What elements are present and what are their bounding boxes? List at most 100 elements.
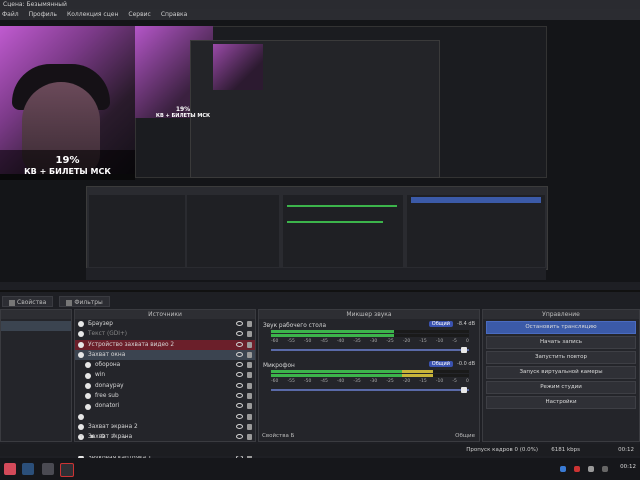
lock-icon[interactable] (247, 331, 252, 338)
scene-list-item[interactable] (1, 321, 71, 331)
sources-dock: Источники Браузер Текст (GDI+) Устройство … (74, 309, 256, 461)
lock-icon[interactable] (247, 434, 252, 441)
control-button[interactable]: Режим студии (486, 381, 636, 394)
visibility-icon[interactable] (236, 403, 243, 409)
tab-filters[interactable]: Фильтры (59, 296, 110, 307)
meter-tick-label: -35 (353, 339, 361, 344)
nested-controls-dock (407, 195, 545, 267)
control-button[interactable]: Начать запись (486, 336, 636, 349)
visibility-icon[interactable] (236, 434, 243, 440)
source-item[interactable]: Браузер (75, 319, 255, 329)
source-item[interactable]: win (75, 370, 255, 380)
nested-docks-panel (86, 186, 548, 270)
tray-icon-3[interactable] (588, 466, 594, 472)
menu-help[interactable]: Справка (161, 9, 187, 20)
visibility-icon[interactable] (236, 413, 243, 419)
tray-icon-2[interactable] (574, 466, 580, 472)
tray-icon-4[interactable] (602, 466, 608, 472)
visibility-icon[interactable] (236, 331, 243, 337)
menu-scene-collection[interactable]: Коллекция сцен (67, 9, 118, 20)
lock-icon[interactable] (247, 393, 252, 400)
source-type-icon (78, 352, 84, 359)
lock-icon[interactable] (247, 372, 252, 379)
level-meter (271, 334, 469, 337)
lock-icon[interactable] (247, 413, 252, 420)
source-type-icon (78, 341, 84, 348)
volume-slider[interactable] (271, 387, 469, 393)
meter-tick-label: -20 (402, 339, 411, 344)
visibility-icon[interactable] (236, 362, 243, 368)
source-item-label: donatori (95, 403, 120, 410)
lock-icon[interactable] (247, 351, 252, 358)
source-item[interactable]: Устройство захвата видео 2 (75, 339, 255, 350)
lock-icon[interactable] (247, 321, 252, 327)
lock-icon[interactable] (247, 382, 252, 389)
lock-icon[interactable] (247, 362, 252, 369)
level-meter (271, 330, 469, 333)
nested-scenes-dock (89, 195, 185, 267)
remove-icon[interactable]: ▪ (90, 433, 94, 440)
meter-tick-label: -15 (419, 379, 427, 384)
meter-tick-label: -30 (369, 379, 378, 384)
volume-slider-handle[interactable] (461, 387, 467, 393)
splitter[interactable] (0, 290, 640, 292)
source-item[interactable]: donatori (75, 401, 255, 411)
move-down-icon[interactable]: ⌄ (123, 433, 128, 440)
visibility-icon[interactable] (236, 341, 243, 347)
source-item[interactable]: оборона (75, 360, 255, 370)
control-button[interactable]: Запуск виртуальной камеры (486, 366, 636, 379)
source-item[interactable]: Захват окна (75, 349, 255, 361)
dropped-frames: Пропуск кадров 0 (0.0%) (466, 447, 538, 453)
visibility-icon[interactable] (236, 382, 243, 388)
lock-icon[interactable] (247, 403, 252, 410)
sources-dock-title: Источники (75, 310, 255, 319)
meter-tick-label: -40 (336, 379, 345, 384)
menu-file[interactable]: Файл (2, 9, 19, 20)
source-item-label: оборона (95, 362, 121, 369)
controls-dock: Управление Остановить трансляцию Начать з… (482, 309, 640, 442)
volume-slider-handle[interactable] (461, 347, 467, 353)
volume-slider[interactable] (271, 347, 469, 353)
source-item-label: Устройство захвата видео 2 (88, 341, 175, 348)
menu-bar: Файл Профиль Коллекция сцен Сервис Справ… (0, 9, 640, 20)
source-item[interactable] (75, 412, 255, 422)
mixer-mode-select[interactable]: Общие (455, 431, 475, 441)
lock-icon[interactable] (247, 341, 252, 348)
steam-icon[interactable] (22, 463, 34, 475)
control-button[interactable]: Настройки (486, 396, 636, 409)
control-button[interactable]: Запустить повтор (486, 351, 636, 364)
mixer-channel-badge: Общий (428, 361, 453, 367)
visibility-icon[interactable] (236, 351, 243, 357)
mixer-channel-badge: Общий (428, 321, 453, 327)
app-icon[interactable] (4, 463, 16, 475)
tab-properties-label: Свойства (17, 299, 47, 306)
stream-time: 00:12 (618, 447, 634, 453)
app-icon-2[interactable] (42, 463, 54, 475)
meter-tick-label: -15 (419, 339, 427, 344)
tab-properties[interactable]: Свойства (2, 296, 54, 307)
source-item[interactable]: Захват экрана 2 (75, 422, 255, 432)
source-item[interactable]: donaypay (75, 381, 255, 391)
obs-icon[interactable] (60, 463, 74, 477)
meter-scale: -60 -55 -50 -45 -40 -35 -30 -25 -20 -15 -10 -5 0 (271, 339, 469, 344)
menu-tools[interactable]: Сервис (128, 9, 150, 20)
control-button[interactable]: Остановить трансляцию (486, 321, 636, 334)
meter-tick-label: -35 (353, 379, 361, 384)
visibility-icon[interactable] (236, 372, 243, 378)
source-item-label: Захват экрана 2 (88, 423, 138, 430)
source-item[interactable]: free sub (75, 391, 255, 401)
overlay-percent: 19% (55, 155, 80, 166)
mixer-channel-name: Звук рабочего стола (263, 323, 327, 329)
add-icon[interactable]: + (79, 433, 84, 440)
clock: 00:12 (620, 464, 636, 470)
gear-icon[interactable]: ⚙ (100, 433, 105, 440)
source-item[interactable]: Текст (GDI+) (75, 329, 255, 339)
tray-icon[interactable] (560, 466, 566, 472)
visibility-icon[interactable] (236, 393, 243, 399)
visibility-icon[interactable] (236, 321, 243, 326)
meter-tick-label: 0 (465, 379, 469, 384)
menu-profile[interactable]: Профиль (29, 9, 57, 20)
visibility-icon[interactable] (236, 423, 243, 429)
lock-icon[interactable] (247, 423, 252, 430)
move-up-icon[interactable]: ⌃ (112, 433, 117, 440)
